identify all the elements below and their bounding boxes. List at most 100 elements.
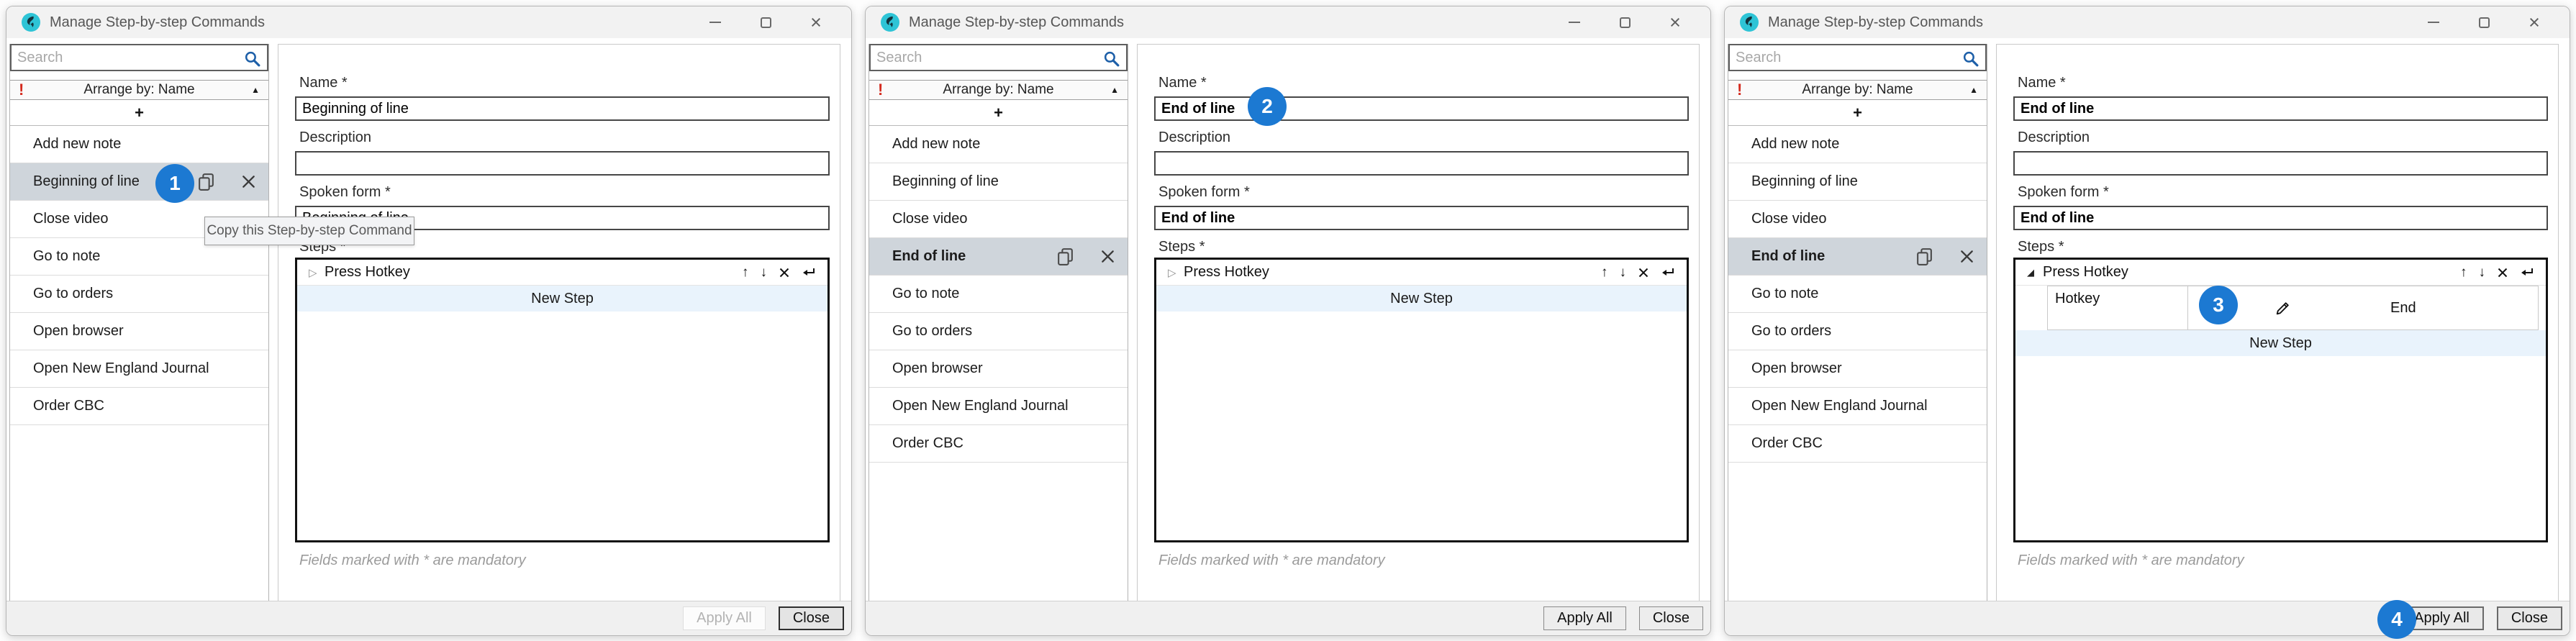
- close-button[interactable]: Close: [779, 606, 844, 630]
- list-item[interactable]: Go to orders: [10, 276, 268, 313]
- expander-collapsed-icon[interactable]: ▷: [309, 266, 325, 279]
- sort-ascending-icon[interactable]: ▲: [1110, 85, 1119, 95]
- list-item-selected[interactable]: End of line: [1728, 238, 1987, 276]
- minimize-button[interactable]: [690, 6, 740, 38]
- list-item[interactable]: Beginning of line: [1728, 163, 1987, 201]
- description-field[interactable]: [2013, 151, 2548, 176]
- list-item[interactable]: Open New England Journal: [869, 388, 1128, 425]
- apply-all-button[interactable]: Apply All: [1543, 606, 1626, 630]
- reset-step-icon[interactable]: [802, 267, 816, 278]
- steps-list: ◢ Press Hotkey ↑ ↓ Hotkey End New Step: [2013, 258, 2548, 542]
- spoken-form-field[interactable]: [1154, 206, 1689, 230]
- add-command-button[interactable]: +: [869, 100, 1128, 126]
- search-box[interactable]: [869, 44, 1128, 71]
- list-item[interactable]: Open New England Journal: [10, 350, 268, 388]
- title-bar[interactable]: Manage Step-by-step Commands ×: [866, 6, 1710, 38]
- list-item[interactable]: Close video: [869, 201, 1128, 238]
- search-input[interactable]: [1730, 45, 1985, 70]
- list-item-selected[interactable]: Beginning of line: [10, 163, 268, 201]
- list-item[interactable]: Add new note: [1728, 126, 1987, 163]
- search-icon[interactable]: [243, 50, 261, 68]
- name-field[interactable]: [1154, 96, 1689, 121]
- title-bar[interactable]: Manage Step-by-step Commands ×: [6, 6, 851, 38]
- move-step-down-icon[interactable]: ↓: [1620, 265, 1627, 281]
- list-item[interactable]: Add new note: [10, 126, 268, 163]
- search-icon[interactable]: [1102, 50, 1120, 68]
- delete-step-icon[interactable]: [779, 267, 790, 278]
- list-item[interactable]: Go to orders: [1728, 313, 1987, 350]
- list-item[interactable]: Close video: [1728, 201, 1987, 238]
- hotkey-detail-row: Hotkey End: [2047, 286, 2539, 330]
- search-icon[interactable]: [1962, 50, 1979, 68]
- move-step-down-icon[interactable]: ↓: [2479, 265, 2486, 281]
- list-item[interactable]: Go to orders: [869, 313, 1128, 350]
- move-step-up-icon[interactable]: ↑: [742, 265, 749, 281]
- minimize-icon: [709, 22, 721, 23]
- apply-all-button[interactable]: Apply All: [683, 606, 766, 630]
- close-window-button[interactable]: ×: [1650, 6, 1700, 38]
- list-item[interactable]: Order CBC: [10, 388, 268, 425]
- reset-step-icon[interactable]: [2520, 267, 2534, 278]
- move-step-up-icon[interactable]: ↑: [1601, 265, 1608, 281]
- new-step-button[interactable]: New Step: [2015, 330, 2546, 356]
- description-field[interactable]: [295, 151, 830, 176]
- step-press-hotkey[interactable]: ▷ Press Hotkey ↑ ↓: [297, 260, 827, 286]
- copy-command-icon[interactable]: [1915, 247, 1934, 266]
- search-input[interactable]: [871, 45, 1126, 70]
- new-step-button[interactable]: New Step: [297, 286, 827, 312]
- reset-step-icon[interactable]: [1661, 267, 1675, 278]
- copy-command-icon[interactable]: [196, 172, 216, 191]
- name-field[interactable]: [2013, 96, 2548, 121]
- edit-hotkey-icon[interactable]: [2273, 299, 2292, 318]
- search-box[interactable]: [1728, 44, 1987, 71]
- search-input[interactable]: [12, 45, 267, 70]
- sort-ascending-icon[interactable]: ▲: [1969, 85, 1978, 95]
- add-command-button[interactable]: +: [10, 100, 268, 126]
- delete-step-icon[interactable]: [2497, 267, 2508, 278]
- delete-command-icon[interactable]: [1959, 248, 1975, 265]
- arrange-by-bar[interactable]: ! Arrange by: Name ▲: [869, 80, 1128, 100]
- delete-command-icon[interactable]: [1099, 248, 1116, 265]
- list-item[interactable]: Order CBC: [869, 425, 1128, 463]
- list-item[interactable]: Add new note: [869, 126, 1128, 163]
- title-bar[interactable]: Manage Step-by-step Commands ×: [1725, 6, 2570, 38]
- search-box[interactable]: [10, 44, 268, 71]
- list-item[interactable]: Go to note: [869, 276, 1128, 313]
- maximize-button[interactable]: [2459, 6, 2509, 38]
- minimize-button[interactable]: [1549, 6, 1600, 38]
- arrange-by-bar[interactable]: ! Arrange by: Name ▲: [10, 80, 268, 100]
- move-step-up-icon[interactable]: ↑: [2460, 265, 2467, 281]
- close-window-button[interactable]: ×: [2509, 6, 2559, 38]
- minimize-button[interactable]: [2408, 6, 2459, 38]
- new-step-button[interactable]: New Step: [1156, 286, 1687, 312]
- close-button[interactable]: Close: [2497, 606, 2562, 630]
- add-command-button[interactable]: +: [1728, 100, 1987, 126]
- list-item[interactable]: Go to note: [1728, 276, 1987, 313]
- list-item[interactable]: Beginning of line: [869, 163, 1128, 201]
- spoken-form-field[interactable]: [2013, 206, 2548, 230]
- step-press-hotkey[interactable]: ◢ Press Hotkey ↑ ↓: [2015, 260, 2546, 286]
- delete-command-icon[interactable]: [240, 173, 257, 190]
- arrange-by-bar[interactable]: ! Arrange by: Name ▲: [1728, 80, 1987, 100]
- expander-collapsed-icon[interactable]: ▷: [1168, 266, 1184, 279]
- step-press-hotkey[interactable]: ▷ Press Hotkey ↑ ↓: [1156, 260, 1687, 286]
- close-window-button[interactable]: ×: [791, 6, 841, 38]
- copy-command-icon[interactable]: [1056, 247, 1075, 266]
- move-step-down-icon[interactable]: ↓: [761, 265, 768, 281]
- list-item[interactable]: Open browser: [10, 313, 268, 350]
- description-field[interactable]: [1154, 151, 1689, 176]
- maximize-button[interactable]: [740, 6, 791, 38]
- maximize-button[interactable]: [1600, 6, 1650, 38]
- name-field[interactable]: [295, 96, 830, 121]
- expander-expanded-icon[interactable]: ◢: [2027, 267, 2043, 278]
- command-detail-panel: Name * Description Spoken form * Steps *…: [1996, 44, 2559, 602]
- list-item-selected[interactable]: End of line: [869, 238, 1128, 276]
- close-button[interactable]: Close: [1639, 606, 1703, 630]
- list-item[interactable]: Order CBC: [1728, 425, 1987, 463]
- sort-ascending-icon[interactable]: ▲: [251, 85, 260, 95]
- close-icon: ×: [810, 13, 822, 32]
- list-item[interactable]: Open New England Journal: [1728, 388, 1987, 425]
- list-item[interactable]: Open browser: [869, 350, 1128, 388]
- list-item[interactable]: Open browser: [1728, 350, 1987, 388]
- delete-step-icon[interactable]: [1638, 267, 1649, 278]
